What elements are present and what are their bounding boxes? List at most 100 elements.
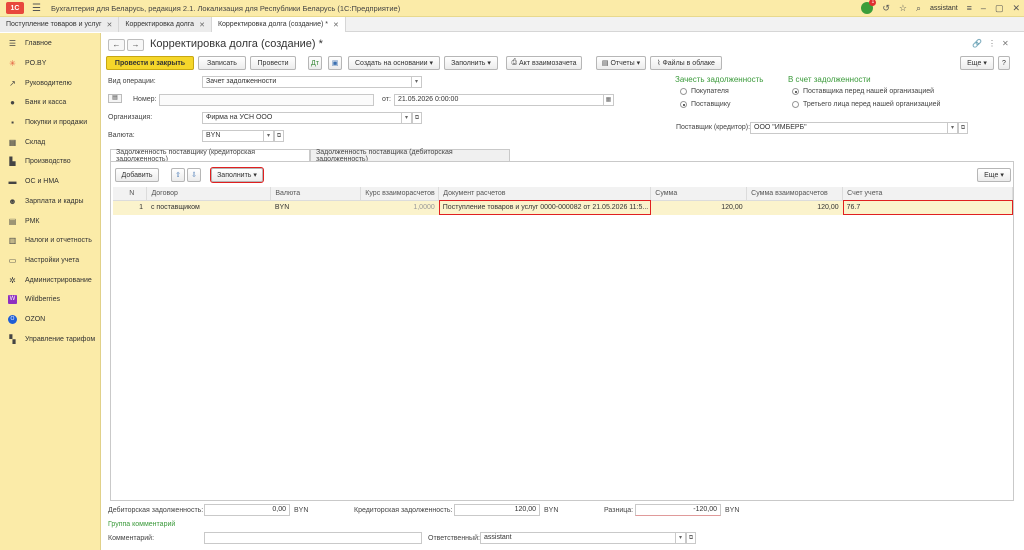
responsible-open-icon[interactable]: ⧉ xyxy=(686,532,696,544)
history-icon[interactable]: ↺ xyxy=(882,3,890,14)
user-name[interactable]: assistant xyxy=(930,5,958,12)
sidebar-item-salary[interactable]: ☻ Зарплата и кадры xyxy=(0,192,100,212)
more-button[interactable]: Еще ▾ xyxy=(960,56,994,70)
sidebar-item-tariff[interactable]: ▚ Управление тарифом xyxy=(0,329,100,349)
add-button[interactable]: Добавить xyxy=(115,168,159,182)
currency-open-icon[interactable]: ⧉ xyxy=(274,130,284,142)
comment-field[interactable] xyxy=(204,532,422,544)
post-button[interactable]: Провести xyxy=(250,56,296,70)
help-button[interactable]: ? xyxy=(998,56,1010,70)
responsible-dropdown[interactable]: ▾ xyxy=(676,532,686,544)
sidebar-item-sales[interactable]: ▪ Покупки и продажи xyxy=(0,113,100,133)
move-down-icon[interactable]: ⇩ xyxy=(187,168,201,182)
link-icon[interactable]: 🔗 xyxy=(972,39,982,48)
favorites-icon[interactable]: ☆ xyxy=(899,3,907,14)
date-field[interactable]: 21.05.2026 0:00:00 xyxy=(394,94,604,106)
radio-third-party-debt[interactable]: Третьего лица перед нашей организацией xyxy=(792,101,940,108)
organization-dropdown[interactable]: ▾ xyxy=(402,112,412,124)
tab-debt-adjustment-new[interactable]: Корректировка долга (создание) * ✕ xyxy=(211,17,346,32)
col-n[interactable]: N xyxy=(113,187,148,201)
row-account[interactable]: 76.7 xyxy=(842,200,1013,215)
organization-open-icon[interactable]: ⧉ xyxy=(412,112,422,124)
table-more-button[interactable]: Еще ▾ xyxy=(977,168,1011,182)
table-fill-button[interactable]: Заполнить ▾ xyxy=(210,167,264,183)
debit-field[interactable]: 0,00 xyxy=(204,504,290,516)
supplier-dropdown[interactable]: ▾ xyxy=(948,122,958,134)
col-document[interactable]: Документ расчетов xyxy=(438,187,652,201)
tab-receipt[interactable]: Поступление товаров и услуг ✕ xyxy=(0,17,120,32)
notifications-icon[interactable]: 1 xyxy=(861,0,877,14)
menu-icon[interactable]: ☰ xyxy=(32,3,41,14)
minimize-icon[interactable]: – xyxy=(981,3,986,13)
operation-field[interactable]: Зачет задолженности xyxy=(202,76,412,88)
more-vertical-icon[interactable]: ⋮ xyxy=(988,39,996,48)
credit-field[interactable]: 120,00 xyxy=(454,504,540,516)
difference-field[interactable]: -120,00 xyxy=(635,504,721,516)
tab-debt-adjustment[interactable]: Корректировка долга ✕ xyxy=(119,17,212,32)
number-edit-icon[interactable]: ▤ xyxy=(108,94,122,103)
row-sum-settlement[interactable]: 120,00 xyxy=(746,200,843,215)
sidebar-item-manager[interactable]: ↗ Руководителю xyxy=(0,73,100,93)
col-contract[interactable]: Договор xyxy=(146,187,272,201)
save-button[interactable]: Записать xyxy=(198,56,246,70)
row-currency[interactable]: BYN xyxy=(270,200,361,215)
sidebar-item-ozon[interactable]: O OZON xyxy=(0,310,100,330)
sidebar-item-assets[interactable]: ▬ ОС и НМА xyxy=(0,172,100,192)
fill-button[interactable]: Заполнить ▾ xyxy=(444,56,498,70)
sidebar-item-taxes[interactable]: ▥ Налоги и отчетность xyxy=(0,231,100,251)
row-document[interactable]: Поступление товаров и услуг 0000-000082 … xyxy=(438,200,651,215)
currency-dropdown[interactable]: ▾ xyxy=(264,130,274,142)
back-button[interactable]: ← xyxy=(108,39,125,51)
ledger-icon[interactable]: Дт xyxy=(308,56,322,70)
settings-icon[interactable]: ≡ xyxy=(967,3,972,13)
row-rate[interactable]: 1,0000 xyxy=(360,200,439,215)
table-row[interactable]: 1 с поставщиком BYN 1,0000 Поступление т… xyxy=(113,200,1013,215)
currency-field[interactable]: BYN xyxy=(202,130,264,142)
supplier-field[interactable]: ООО "ИМБЕРБ" xyxy=(750,122,948,134)
reports-button[interactable]: ▤ Отчеты ▾ xyxy=(596,56,646,70)
sidebar-item-main[interactable]: ☰ Главное xyxy=(0,34,100,54)
forward-button[interactable]: → xyxy=(127,39,144,51)
sidebar-item-admin[interactable]: ✲ Администрирование xyxy=(0,270,100,290)
row-n[interactable]: 1 xyxy=(113,200,147,215)
close-tab-icon[interactable]: ✕ xyxy=(333,21,339,29)
radio-supplier-debt[interactable]: Поставщика перед нашей организацией xyxy=(792,88,934,95)
tab-debtor-debt[interactable]: Задолженность поставщика (дебиторская за… xyxy=(310,149,510,163)
tab-creditor-debt[interactable]: Задолженность поставщику (кредиторская з… xyxy=(110,149,310,163)
responsible-field[interactable]: assistant xyxy=(480,532,676,544)
col-account[interactable]: Счет учета xyxy=(842,187,1013,201)
restore-icon[interactable]: ▢ xyxy=(995,3,1004,14)
sidebar-item-poby[interactable]: ✳ PO.BY xyxy=(0,54,100,74)
supplier-open-icon[interactable]: ⧉ xyxy=(958,122,968,134)
col-sum[interactable]: Сумма xyxy=(650,187,748,201)
operation-dropdown[interactable]: ▾ xyxy=(412,76,422,88)
post-and-close-button[interactable]: Провести и закрыть xyxy=(106,56,194,70)
cloud-files-button[interactable]: ⌇ Файлы в облаке xyxy=(650,56,722,70)
sidebar-item-rmk[interactable]: ▤ РМК xyxy=(0,211,100,231)
offset-act-button[interactable]: ⎙ Акт взаимозачета xyxy=(506,56,582,70)
sidebar-item-production[interactable]: ▙ Производство xyxy=(0,152,100,172)
number-field[interactable] xyxy=(159,94,374,106)
calendar-icon[interactable]: ▦ xyxy=(604,94,614,106)
sidebar-item-warehouse[interactable]: ▦ Склад xyxy=(0,132,100,152)
comment-group-toggle[interactable]: Группа комментарий xyxy=(108,521,175,528)
create-based-on-button[interactable]: Создать на основании ▾ xyxy=(348,56,440,70)
search-icon[interactable]: ⌕ xyxy=(916,3,921,14)
sidebar-item-bank[interactable]: ● Банк и касса xyxy=(0,93,100,113)
col-currency[interactable]: Валюта xyxy=(270,187,362,201)
row-contract[interactable]: с поставщиком xyxy=(146,200,271,215)
report-icon[interactable]: ▣ xyxy=(328,56,342,70)
close-tab-icon[interactable]: ✕ xyxy=(199,21,205,29)
sidebar-item-wildberries[interactable]: W Wildberries xyxy=(0,290,100,310)
radio-buyer[interactable]: Покупателя xyxy=(680,88,729,95)
close-icon[interactable]: ✕ xyxy=(1012,3,1020,14)
radio-supplier[interactable]: Поставщику xyxy=(680,101,730,108)
sidebar-item-settings[interactable]: ▭ Настройки учета xyxy=(0,251,100,271)
organization-field[interactable]: Фирма на УСН ООО xyxy=(202,112,402,124)
col-sum-settlement[interactable]: Сумма взаиморасчетов xyxy=(746,187,844,201)
row-sum[interactable]: 120,00 xyxy=(650,200,747,215)
col-rate[interactable]: Курс взаиморасчетов xyxy=(360,187,440,201)
close-tab-icon[interactable]: ✕ xyxy=(107,21,113,29)
close-form-icon[interactable]: ✕ xyxy=(1002,39,1009,48)
move-up-icon[interactable]: ⇧ xyxy=(171,168,185,182)
